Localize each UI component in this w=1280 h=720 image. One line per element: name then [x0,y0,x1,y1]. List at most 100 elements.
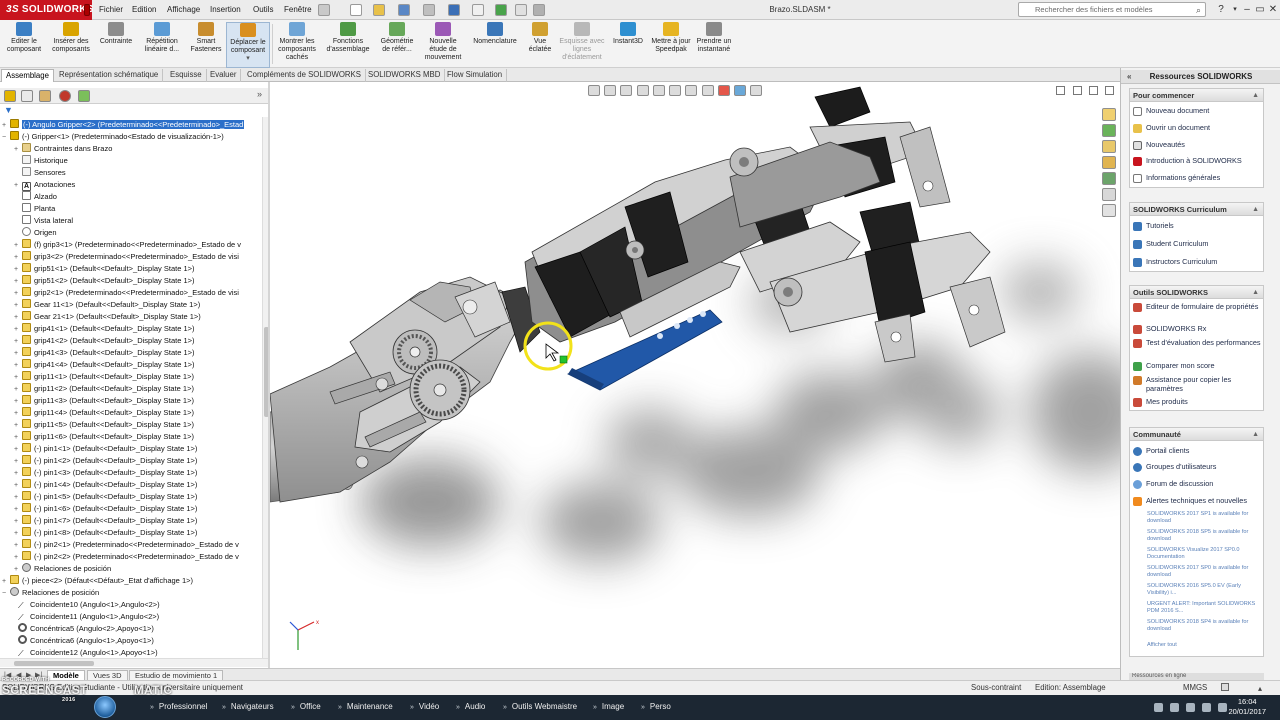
tree-row[interactable]: + Relaciones de posición [14,563,111,575]
news-item[interactable]: SOLIDWORKS 2018 SP4 is available for dow… [1147,619,1263,632]
start-button[interactable] [94,696,116,718]
new-motion-study-button[interactable]: Nouvelle étude de mouvement [420,22,466,68]
explode-line-sketch-button[interactable]: Esquisse avec lignes d'éclatement [558,22,606,68]
chevron-up-icon[interactable]: ▲ [1252,89,1259,102]
tree-row[interactable]: + Contraintes dans Brazo [14,143,112,155]
appearance-manager-tab-icon[interactable] [59,90,71,102]
exploded-view-button[interactable]: Vue éclatée [524,22,556,68]
tray-icon[interactable] [1170,703,1179,712]
link-property-tab-builder[interactable]: Editeur de formulaire de propriétés [1133,302,1261,312]
panel-header[interactable]: SOLIDWORKS Curriculum ▲ [1130,203,1263,216]
link-new-document[interactable]: Nouveau document [1133,106,1261,116]
rebuild-status-icon[interactable] [1221,683,1229,691]
tree-row[interactable]: + (-) pin1<6> (Default<<Default>_Display … [14,503,197,515]
tree-row[interactable]: ⟋ Coincidente11 (Angulo<1>,Angulo<2>) [18,611,159,623]
search-input[interactable]: Rechercher des fichiers et modèles ⌕ [1018,2,1206,17]
tree-row[interactable]: + grip3<2> (Predeterminado<<Predeterminad… [14,251,239,263]
tab-representation-schematique[interactable]: Représentation schématique [55,69,164,82]
tab-evaluer[interactable]: Evaluer [206,69,242,82]
link-student-curriculum[interactable]: Student Curriculum [1133,239,1261,249]
appearances-tab-icon[interactable] [1102,188,1116,201]
mate-button[interactable]: Contrainte [96,22,136,68]
options-gear-icon[interactable] [533,4,545,16]
close-button[interactable]: ✕ [1264,1,1280,18]
solidworks-logo[interactable]: 3S SOLIDWORKS [0,0,93,20]
custom-properties-tab-icon[interactable] [1102,204,1116,217]
new-document-icon[interactable] [350,4,362,16]
assembly-features-button[interactable]: Fonctions d'assemblage [322,22,374,68]
tree-row[interactable]: + grip11<5> (Default<<Default>_Display St… [14,419,194,431]
feature-manager-tab-icon[interactable] [4,90,16,102]
save-icon[interactable] [398,4,410,16]
tab-flow-simulation[interactable]: Flow Simulation [443,69,508,82]
status-expand-icon[interactable]: ▴ [1258,682,1262,696]
tree-row[interactable]: Alzado [14,191,57,203]
take-snapshot-button[interactable]: Prendre un instantané [694,22,734,68]
tree-row[interactable]: + grip41<2> (Default<<Default>_Display St… [14,335,195,347]
news-item[interactable]: SOLIDWORKS 2017 SP1 is available for dow… [1147,511,1263,524]
taskbar-toolbar-office[interactable]: » Office [291,695,321,720]
chevron-up-icon[interactable]: ▲ [1252,203,1259,216]
tree-row[interactable]: + Gear 11<1> (Default<<Default>_Display S… [14,299,200,311]
network-icon[interactable] [1186,703,1195,712]
panel-header[interactable]: Communauté ▲ [1130,428,1263,441]
collapse-pane-icon[interactable]: « [1127,70,1131,84]
tree-row[interactable]: Concéntrica6 (Angulo<1>,Apoyo<1>) [18,635,154,647]
tray-icon[interactable] [1154,703,1163,712]
link-performance-benchmark[interactable]: Test d'évaluation des performances [1133,338,1261,348]
chevron-up-icon[interactable]: ▲ [1252,428,1259,441]
tree-row[interactable]: + (-) pin1<2> (Default<<Default>_Display … [14,455,197,467]
tree-row[interactable]: + (-) pin1<5> (Default<<Default>_Display … [14,491,197,503]
tree-filter[interactable]: ▼ [0,105,268,117]
link-user-groups[interactable]: Groupes d'utilisateurs [1133,462,1261,472]
print-icon[interactable] [423,4,435,16]
menu-insertion[interactable]: Insertion [207,0,244,20]
tree-row[interactable]: + (f) grip3<1> (Predeterminado<<Predeterm… [14,239,241,251]
graphics-area[interactable]: x [270,82,1120,668]
undo-icon[interactable] [448,4,460,16]
show-all-link[interactable]: Afficher tout [1147,642,1263,649]
units-selector[interactable]: MMGS [1183,681,1207,695]
file-explorer-tab-icon[interactable] [1102,156,1116,169]
tree-row[interactable]: + (-) pin2<2> (Predeterminado<<Predetermi… [14,551,239,563]
taskbar-toolbar-professionnel[interactable]: » Professionnel [150,695,207,720]
configuration-manager-tab-icon[interactable] [39,90,51,102]
tree-row[interactable]: + grip11<2> (Default<<Default>_Display St… [14,383,194,395]
collapse-toggle-icon[interactable]: − [2,132,10,144]
tree-row[interactable]: Planta [14,203,55,215]
taskbar-toolbar-perso[interactable]: » Perso [641,695,671,720]
tree-row[interactable]: Origen [14,227,57,239]
expand-tabs-icon[interactable]: » [257,89,262,99]
open-folder-icon[interactable] [373,4,385,16]
link-instructors-curriculum[interactable]: Instructors Curriculum [1133,257,1261,267]
tray-icon[interactable] [1218,703,1227,712]
tree-row[interactable]: + grip41<4> (Default<<Default>_Display St… [14,359,195,371]
panel-header[interactable]: Pour commencer ▲ [1130,89,1263,102]
tree-horizontal-scrollbar[interactable] [0,658,269,667]
tree-row[interactable]: ⟋ Coincidente12 (Angulo<1>,Apoyo<1>) [18,647,158,658]
view-palette-tab-icon[interactable] [1102,172,1116,185]
tree-row[interactable]: + grip11<4> (Default<<Default>_Display St… [14,407,194,419]
tree-row[interactable]: + grip2<1> (Predeterminado<<Predeterminad… [14,287,239,299]
volume-icon[interactable] [1202,703,1211,712]
tree-row[interactable]: Concéntrica5 (Angulo<2>,Apoyo<1>) [18,623,154,635]
link-copy-settings[interactable]: Assistance pour copier les paramètres [1133,375,1261,393]
tree-row[interactable]: + grip51<2> (Default<<Default>_Display St… [14,275,195,287]
tab-esquisse[interactable]: Esquisse [166,69,207,82]
show-hidden-components-button[interactable]: Montrer les composants cachés [274,22,320,68]
menu-outils[interactable]: Outils [250,0,276,20]
insert-components-button[interactable]: Insérer des composants [48,22,94,68]
tree-row[interactable]: + (-) pin1<4> (Default<<Default>_Display … [14,479,197,491]
link-general-info[interactable]: Informations générales [1133,173,1261,183]
update-speedpak-button[interactable]: Mettre à jour Speedpak [650,22,692,68]
taskbar-toolbar-image[interactable]: » Image [593,695,624,720]
instant3d-button[interactable]: Instant3D [608,22,648,68]
move-component-button[interactable]: Déplacer le composant ▾ [226,22,270,68]
tree-row[interactable]: + A Anotaciones [14,179,75,191]
taskbar-toolbar-audio[interactable]: » Audio [456,695,485,720]
tree-row[interactable]: − (-) Gripper<1> (Predeterminado<Estado d… [2,131,224,143]
tree-row[interactable]: Vista lateral [14,215,73,227]
clock[interactable]: 16:04 20/01/2017 [1228,697,1266,717]
file-properties-icon[interactable] [515,4,527,16]
link-technical-alerts[interactable]: Alertes techniques et nouvelles [1133,496,1261,506]
